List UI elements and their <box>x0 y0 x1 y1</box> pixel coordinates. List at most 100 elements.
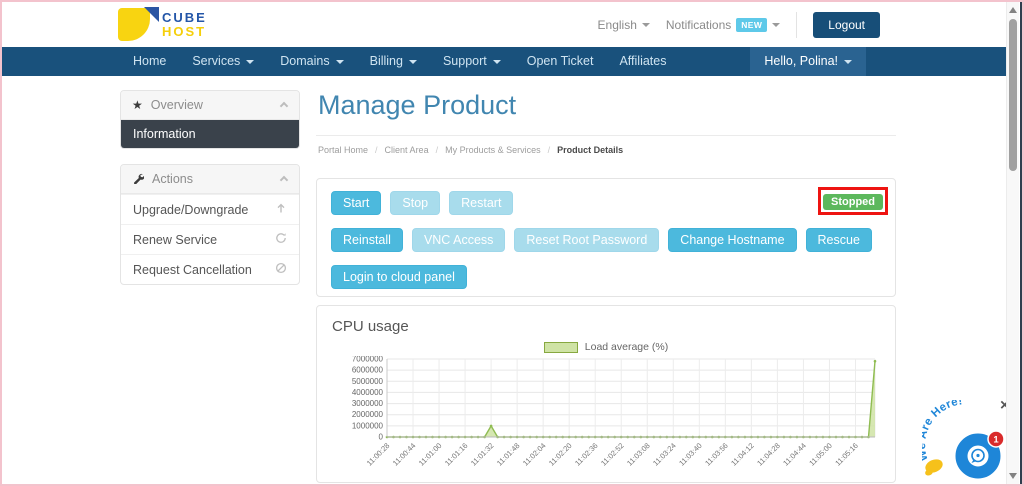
stop-button[interactable]: Stop <box>390 191 440 215</box>
page-title: Manage Product <box>316 88 896 136</box>
restart-button[interactable]: Restart <box>449 191 513 215</box>
svg-text:0: 0 <box>379 433 384 442</box>
legend-label: Load average (%) <box>585 341 668 353</box>
nav-item-open-ticket[interactable]: Open Ticket <box>514 47 607 76</box>
nav-item-services[interactable]: Services <box>179 47 267 76</box>
product-actions-panel: Start Stop Restart Reinstall VNC Access … <box>316 178 896 297</box>
logo-text: CUBE HOST <box>162 11 207 39</box>
overview-panel-header[interactable]: ★ Overview <box>121 91 299 120</box>
login-cloud-panel-button[interactable]: Login to cloud panel <box>331 265 467 289</box>
browser-page: CUBE HOST English Notifications NEW Logo… <box>0 0 1024 486</box>
breadcrumb: Portal HomeClient AreaMy Products & Serv… <box>318 145 896 155</box>
actions-header-label: Actions <box>152 172 193 186</box>
logo-blue-triangle <box>144 7 159 22</box>
svg-text:11:05:00: 11:05:00 <box>807 441 834 468</box>
svg-text:6000000: 6000000 <box>352 366 384 375</box>
svg-text:1: 1 <box>993 435 999 446</box>
reinstall-button[interactable]: Reinstall <box>331 228 403 252</box>
svg-text:11:04:12: 11:04:12 <box>729 441 756 468</box>
language-menu[interactable]: English <box>598 18 650 32</box>
scrollbar-thumb[interactable] <box>1009 19 1017 171</box>
new-badge: NEW <box>736 18 767 32</box>
svg-text:7000000: 7000000 <box>352 356 384 364</box>
chevron-down-icon <box>336 60 344 64</box>
svg-text:1000000: 1000000 <box>352 421 384 430</box>
actions-panel: Actions Upgrade/Downgrade Renew Service … <box>120 164 300 285</box>
breadcrumb-my-products[interactable]: My Products & Services <box>445 145 557 155</box>
sidebar-item-information[interactable]: Information <box>121 120 299 148</box>
svg-text:11:02:36: 11:02:36 <box>573 441 600 468</box>
svg-text:11:02:52: 11:02:52 <box>599 441 626 468</box>
svg-text:11:05:16: 11:05:16 <box>833 441 860 468</box>
language-label: English <box>598 18 637 32</box>
svg-text:11:01:16: 11:01:16 <box>443 441 470 468</box>
nav-item-affiliates[interactable]: Affiliates <box>606 47 679 76</box>
notifications-menu[interactable]: Notifications NEW <box>666 18 780 32</box>
reset-root-password-button[interactable]: Reset Root Password <box>514 228 659 252</box>
overview-header-label: Overview <box>151 98 203 112</box>
site-header: CUBE HOST English Notifications NEW Logo… <box>2 2 1008 47</box>
svg-text:11:03:40: 11:03:40 <box>677 441 704 468</box>
svg-text:11:01:32: 11:01:32 <box>469 441 496 468</box>
chevron-down-icon <box>409 60 417 64</box>
logout-button[interactable]: Logout <box>813 12 880 38</box>
vertical-scrollbar[interactable] <box>1006 2 1019 484</box>
actions-panel-header[interactable]: Actions <box>121 165 299 194</box>
power-button-row: Start Stop Restart <box>331 191 881 215</box>
refresh-icon <box>275 232 287 247</box>
status-annotation-box: Stopped <box>818 187 888 215</box>
window-right-edge <box>1020 2 1022 484</box>
chevron-up-icon <box>280 102 288 110</box>
sidebar: ★ Overview Information Actions Upgrade/D… <box>120 90 300 300</box>
chevron-down-icon <box>772 23 780 27</box>
arrow-up-icon <box>275 202 287 217</box>
user-menu[interactable]: Hello, Polina! <box>750 47 866 76</box>
cpu-usage-title: CPU usage <box>332 318 881 335</box>
header-right-menu: English Notifications NEW Logout <box>598 12 880 38</box>
scrollbar-up-icon[interactable] <box>1009 7 1017 13</box>
svg-text:11:02:04: 11:02:04 <box>521 441 548 468</box>
nav-item-domains[interactable]: Domains <box>267 47 356 76</box>
main-content: Manage Product Portal HomeClient AreaMy … <box>316 88 896 486</box>
scrollbar-down-icon[interactable] <box>1009 473 1017 479</box>
svg-text:11:01:48: 11:01:48 <box>495 441 522 468</box>
main-navbar: Home Services Domains Billing Support Op… <box>2 47 1008 76</box>
nav-item-support[interactable]: Support <box>430 47 514 76</box>
nav-item-home[interactable]: Home <box>120 47 179 76</box>
svg-text:11:04:28: 11:04:28 <box>755 441 782 468</box>
start-button[interactable]: Start <box>331 191 381 215</box>
change-hostname-button[interactable]: Change Hostname <box>668 228 796 252</box>
chevron-up-icon <box>280 176 288 184</box>
chat-bubble-icon <box>972 450 985 464</box>
nav-item-billing[interactable]: Billing <box>357 47 430 76</box>
svg-text:2000000: 2000000 <box>352 410 384 419</box>
cubehost-logo[interactable]: CUBE HOST <box>118 7 207 43</box>
sidebar-item-upgrade-downgrade[interactable]: Upgrade/Downgrade <box>121 194 299 224</box>
svg-text:5000000: 5000000 <box>352 377 384 386</box>
ban-icon <box>275 262 287 277</box>
cubehost-logo-icon <box>118 7 154 43</box>
svg-text:4000000: 4000000 <box>352 388 384 397</box>
chevron-down-icon <box>844 60 852 64</box>
manage-button-row: Reinstall VNC Access Reset Root Password… <box>331 228 881 252</box>
vnc-access-button[interactable]: VNC Access <box>412 228 505 252</box>
overview-panel: ★ Overview Information <box>120 90 300 149</box>
svg-text:11:03:56: 11:03:56 <box>703 441 730 468</box>
chart-legend: Load average (%) <box>331 341 881 353</box>
user-greeting: Hello, Polina! <box>764 47 838 76</box>
svg-text:11:00:28: 11:00:28 <box>365 441 392 468</box>
svg-text:11:01:00: 11:01:00 <box>417 441 444 468</box>
rescue-button[interactable]: Rescue <box>806 228 872 252</box>
svg-text:3000000: 3000000 <box>352 399 384 408</box>
breadcrumb-portal-home[interactable]: Portal Home <box>318 145 385 155</box>
breadcrumb-client-area[interactable]: Client Area <box>385 145 446 155</box>
sidebar-item-request-cancellation[interactable]: Request Cancellation <box>121 254 299 284</box>
sidebar-item-renew-service[interactable]: Renew Service <box>121 224 299 254</box>
svg-text:11:03:08: 11:03:08 <box>625 441 652 468</box>
logo-word-host: HOST <box>162 25 207 39</box>
breadcrumb-product-details: Product Details <box>557 145 623 155</box>
svg-text:11:04:44: 11:04:44 <box>781 441 808 468</box>
notifications-label: Notifications <box>666 18 731 32</box>
cloud-button-row: Login to cloud panel <box>331 265 881 289</box>
notification-count-badge: 1 <box>988 431 1004 447</box>
